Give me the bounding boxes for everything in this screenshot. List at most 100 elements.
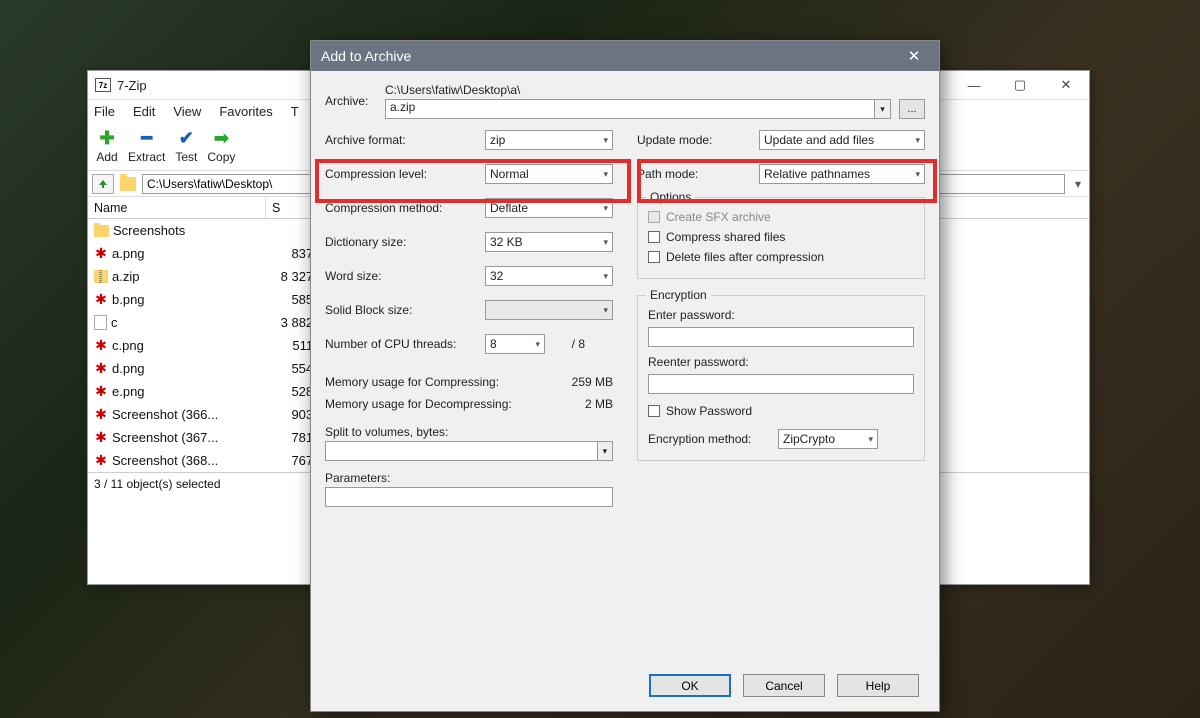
- image-icon: ✱: [94, 454, 108, 468]
- cpu-threads-select[interactable]: 8: [485, 334, 545, 354]
- maximize-button[interactable]: ▢: [997, 71, 1043, 99]
- encryption-group: Encryption Enter password: Reenter passw…: [637, 295, 925, 461]
- split-volumes-dropdown[interactable]: ▾: [598, 441, 613, 461]
- up-button[interactable]: [92, 174, 114, 194]
- word-size-label: Word size:: [325, 269, 485, 283]
- menu-edit[interactable]: Edit: [133, 104, 155, 119]
- file-name: a.zip: [112, 269, 139, 284]
- image-icon: ✱: [94, 385, 108, 399]
- archive-file-input[interactable]: a.zip: [385, 99, 875, 119]
- archive-label: Archive:: [325, 94, 385, 108]
- compression-method-select[interactable]: Deflate: [485, 198, 613, 218]
- file-name: b.png: [112, 292, 145, 307]
- reenter-password-input[interactable]: [648, 374, 914, 394]
- close-button[interactable]: ✕: [1043, 71, 1089, 99]
- encryption-method-select[interactable]: ZipCrypto: [778, 429, 878, 449]
- menu-tools[interactable]: T: [291, 104, 299, 119]
- file-name: Screenshot (368...: [112, 453, 218, 468]
- compress-shared-label: Compress shared files: [666, 230, 785, 244]
- minimize-button[interactable]: —: [951, 71, 997, 99]
- help-button[interactable]: Help: [837, 674, 919, 697]
- toolbar-extract[interactable]: ━Extract: [128, 130, 165, 164]
- image-icon: ✱: [94, 408, 108, 422]
- column-name[interactable]: Name: [88, 197, 266, 218]
- app-title: 7-Zip: [117, 78, 147, 93]
- menu-view[interactable]: View: [173, 104, 201, 119]
- toolbar-copy[interactable]: ➡Copy: [207, 130, 235, 164]
- solid-block-size-label: Solid Block size:: [325, 303, 485, 317]
- sfx-label: Create SFX archive: [666, 210, 771, 224]
- left-column: Archive format:zip Compression level:Nor…: [325, 129, 613, 507]
- menu-favorites[interactable]: Favorites: [219, 104, 272, 119]
- status-selection: 3 / 11 object(s) selected: [94, 477, 221, 491]
- mem-compress-value: 259 MB: [572, 375, 613, 389]
- toolbar-test[interactable]: ✔Test: [175, 130, 197, 164]
- sfx-checkbox: [648, 211, 660, 223]
- parameters-label: Parameters:: [325, 471, 613, 485]
- image-icon: ✱: [94, 247, 108, 261]
- file-name: c: [111, 315, 118, 330]
- file-name: Screenshot (366...: [112, 407, 218, 422]
- image-icon: ✱: [94, 431, 108, 445]
- cancel-button[interactable]: Cancel: [743, 674, 825, 697]
- cpu-threads-max: / 8: [545, 337, 585, 351]
- mem-decompress-label: Memory usage for Decompressing:: [325, 397, 512, 411]
- folder-icon: [94, 225, 109, 237]
- dialog-title: Add to Archive: [321, 48, 411, 64]
- compress-shared-checkbox[interactable]: [648, 231, 660, 243]
- archive-format-label: Archive format:: [325, 133, 485, 147]
- app-icon: 7z: [95, 78, 111, 92]
- show-password-checkbox[interactable]: [648, 405, 660, 417]
- dictionary-size-label: Dictionary size:: [325, 235, 485, 249]
- compression-level-select[interactable]: Normal: [485, 164, 613, 184]
- compression-method-label: Compression method:: [325, 201, 485, 215]
- enter-password-label: Enter password:: [648, 308, 914, 322]
- folder-icon: [120, 177, 136, 191]
- dialog-titlebar: Add to Archive ✕: [311, 41, 939, 71]
- file-icon: [94, 315, 107, 330]
- file-name: e.png: [112, 384, 145, 399]
- split-volumes-input[interactable]: [325, 441, 598, 461]
- enter-password-input[interactable]: [648, 327, 914, 347]
- mem-compress-label: Memory usage for Compressing:: [325, 375, 499, 389]
- dialog-button-row: OK Cancel Help: [649, 674, 919, 697]
- reenter-password-label: Reenter password:: [648, 355, 914, 369]
- menu-file[interactable]: File: [94, 104, 115, 119]
- compression-level-label: Compression level:: [325, 167, 485, 181]
- file-name: Screenshots: [113, 223, 185, 238]
- archive-dir: C:\Users\fatiw\Desktop\a\: [385, 83, 925, 97]
- file-name: d.png: [112, 361, 145, 376]
- image-icon: ✱: [94, 339, 108, 353]
- dialog-close-button[interactable]: ✕: [899, 47, 929, 65]
- image-icon: ✱: [94, 362, 108, 376]
- archive-icon: [94, 270, 108, 283]
- mem-decompress-value: 2 MB: [585, 397, 613, 411]
- archive-file-dropdown[interactable]: ▾: [875, 99, 891, 119]
- dictionary-size-select[interactable]: 32 KB: [485, 232, 613, 252]
- options-group: Options Create SFX archive Compress shar…: [637, 197, 925, 279]
- word-size-select[interactable]: 32: [485, 266, 613, 286]
- file-name: c.png: [112, 338, 144, 353]
- path-dropdown[interactable]: ▾: [1071, 177, 1085, 191]
- path-mode-select[interactable]: Relative pathnames: [759, 164, 925, 184]
- encryption-title: Encryption: [646, 288, 711, 302]
- browse-button[interactable]: ...: [899, 99, 925, 119]
- show-password-label: Show Password: [666, 404, 752, 418]
- add-to-archive-dialog: Add to Archive ✕ Archive: C:\Users\fatiw…: [310, 40, 940, 712]
- right-column: Update mode:Update and add files Path mo…: [637, 129, 925, 507]
- delete-after-checkbox[interactable]: [648, 251, 660, 263]
- toolbar-add[interactable]: ✚Add: [96, 130, 118, 164]
- solid-block-size-select: [485, 300, 613, 320]
- cpu-threads-label: Number of CPU threads:: [325, 337, 485, 351]
- options-title: Options: [646, 190, 695, 204]
- split-volumes-label: Split to volumes, bytes:: [325, 425, 613, 439]
- parameters-input[interactable]: [325, 487, 613, 507]
- delete-after-label: Delete files after compression: [666, 250, 824, 264]
- image-icon: ✱: [94, 293, 108, 307]
- archive-format-select[interactable]: zip: [485, 130, 613, 150]
- update-mode-select[interactable]: Update and add files: [759, 130, 925, 150]
- ok-button[interactable]: OK: [649, 674, 731, 697]
- update-mode-label: Update mode:: [637, 133, 759, 147]
- encryption-method-label: Encryption method:: [648, 432, 778, 446]
- file-name: a.png: [112, 246, 145, 261]
